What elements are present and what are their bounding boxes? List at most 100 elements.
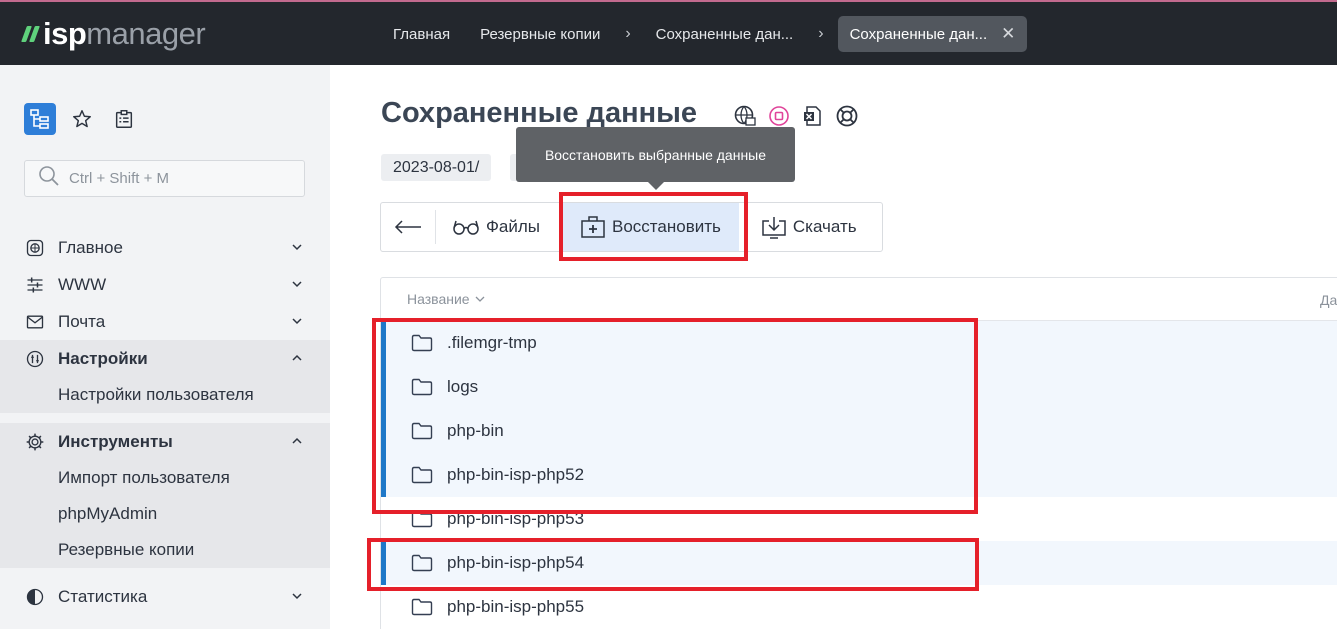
- table-row[interactable]: .filemgr-tmp: [381, 321, 1337, 365]
- table-header: Название Да: [381, 278, 1337, 321]
- folder-icon: [411, 422, 433, 440]
- column-header-date[interactable]: Да: [1320, 292, 1337, 308]
- folder-icon: [411, 510, 433, 528]
- sidebar-group-settings: Настройки Настройки пользователя: [0, 340, 330, 413]
- lifebuoy-help-icon[interactable]: [834, 103, 860, 129]
- download-button-label: Скачать: [792, 217, 857, 236]
- star-icon[interactable]: [66, 103, 98, 135]
- tree-menu-icon[interactable]: [24, 103, 56, 135]
- chevron-down-icon: [292, 318, 302, 325]
- folder-icon: [411, 554, 433, 572]
- first-aid-kit-icon: [580, 215, 606, 239]
- files-button-label: Файлы: [486, 217, 541, 236]
- row-filename: .filemgr-tmp: [447, 333, 537, 352]
- gear-icon: [24, 431, 46, 453]
- folder-icon: [411, 466, 433, 484]
- chevron-down-icon: [292, 244, 302, 251]
- breadcrumb-home[interactable]: Главная: [378, 26, 465, 43]
- sidebar: Ctrl + Shift + M Главное WWW Почта Настр…: [0, 65, 330, 629]
- sidebar-subitem-backups[interactable]: Резервные копии: [0, 532, 330, 568]
- sidebar-item-label: Инструменты: [58, 431, 173, 451]
- sidebar-item-www[interactable]: WWW: [0, 266, 330, 303]
- title-actions: [732, 103, 860, 129]
- restore-button-label: Восстановить: [612, 217, 721, 236]
- sidebar-subitem-phpmyadmin[interactable]: phpMyAdmin: [0, 496, 330, 532]
- back-button[interactable]: [381, 210, 436, 244]
- glasses-icon: [452, 218, 480, 236]
- folder-icon: [411, 378, 433, 396]
- clipboard-list-icon[interactable]: [108, 103, 140, 135]
- stop-circle-icon[interactable]: [766, 103, 792, 129]
- logo-mark-icon: [21, 26, 40, 42]
- settings-tools-icon: [24, 348, 46, 370]
- excel-export-icon[interactable]: [800, 103, 826, 129]
- sidebar-item-tools[interactable]: Инструменты: [0, 423, 330, 460]
- files-table: Название Да .filemgr-tmp logs php-bin php-b…: [380, 277, 1337, 629]
- breadcrumb-saved-data-active[interactable]: Сохраненные дан... ✕: [837, 16, 1028, 52]
- download-button[interactable]: Скачать: [745, 203, 873, 251]
- table-row[interactable]: php-bin-isp-php52: [381, 453, 1337, 497]
- sidebar-menu: Главное WWW Почта Настройки Настройки по…: [0, 229, 330, 615]
- toolbar: Файлы Восстановить Скачать: [380, 202, 883, 252]
- breadcrumb: Главная Резервные копии › Сохраненные да…: [378, 16, 1028, 52]
- ispmanager-logo[interactable]: isp manager: [21, 16, 206, 52]
- sidebar-item-label: WWW: [58, 274, 107, 294]
- sidebar-item-label: Главное: [58, 237, 123, 257]
- row-filename: php-bin-isp-php54: [447, 553, 585, 572]
- row-filename: logs: [447, 377, 479, 396]
- chevron-up-icon: [292, 354, 302, 361]
- path-chip[interactable]: 2023-08-01/: [381, 154, 492, 181]
- download-icon: [761, 215, 787, 239]
- logo-text-isp: isp: [43, 16, 87, 51]
- chevron-down-icon: [292, 281, 302, 288]
- pie-chart-icon: [24, 586, 46, 608]
- logo-text-manager: manager: [86, 16, 206, 51]
- sidebar-item-label: Настройки: [58, 348, 148, 368]
- tooltip-arrow: [647, 181, 665, 190]
- folder-icon: [411, 598, 433, 616]
- table-row[interactable]: php-bin-isp-php54: [381, 541, 1337, 585]
- mail-icon: [24, 311, 46, 333]
- sidebar-item-label: Почта: [58, 311, 106, 331]
- chevron-right-icon: ›: [818, 25, 824, 42]
- chevron-right-icon: ›: [625, 25, 631, 42]
- restore-tooltip: Восстановить выбранные данные: [516, 127, 795, 182]
- breadcrumb-backups[interactable]: Резервные копии: [465, 26, 615, 43]
- chevron-down-icon: [292, 593, 302, 600]
- row-filename: php-bin: [447, 421, 504, 440]
- restore-button[interactable]: Восстановить: [562, 203, 739, 251]
- row-filename: php-bin-isp-php52: [447, 465, 585, 484]
- breadcrumb-active-label: Сохраненные дан...: [849, 25, 988, 43]
- sidebar-item-mail[interactable]: Почта: [0, 303, 330, 340]
- column-header-name[interactable]: Название: [407, 291, 470, 307]
- search-icon: [37, 164, 61, 193]
- sidebar-subitem-user-import[interactable]: Импорт пользователя: [0, 460, 330, 496]
- sidebar-item-main[interactable]: Главное: [0, 229, 330, 266]
- close-icon[interactable]: ✕: [1001, 24, 1015, 44]
- sidebar-search-input[interactable]: Ctrl + Shift + M: [24, 160, 305, 197]
- sidebar-item-label: Статистика: [58, 586, 148, 606]
- folder-icon: [411, 334, 433, 352]
- globe-icon[interactable]: [732, 103, 758, 129]
- row-filename: php-bin-isp-php55: [447, 597, 585, 616]
- table-body: .filemgr-tmp logs php-bin php-bin-isp-php52…: [381, 321, 1337, 629]
- search-placeholder: Ctrl + Shift + M: [69, 170, 170, 187]
- table-row[interactable]: php-bin-isp-php55: [381, 585, 1337, 629]
- chevron-up-icon: [292, 437, 302, 444]
- sidebar-item-settings[interactable]: Настройки: [0, 340, 330, 377]
- globe-settings-icon: [24, 237, 46, 259]
- sidebar-item-statistics[interactable]: Статистика: [0, 578, 330, 615]
- page-title: Сохраненные данные: [381, 97, 697, 129]
- sidebar-group-tools: Инструменты Импорт пользователя phpMyAdm…: [0, 423, 330, 568]
- table-row[interactable]: php-bin-isp-php53: [381, 497, 1337, 541]
- sidebar-subitem-user-settings[interactable]: Настройки пользователя: [0, 377, 330, 413]
- main-content: Сохраненные данные 2023-08-01/ Восстанов…: [330, 65, 1337, 629]
- table-row[interactable]: php-bin: [381, 409, 1337, 453]
- files-button[interactable]: Файлы: [436, 203, 556, 251]
- breadcrumb-saved-data-1[interactable]: Сохраненные дан...: [641, 26, 809, 43]
- table-row[interactable]: logs: [381, 365, 1337, 409]
- row-filename: php-bin-isp-php53: [447, 509, 585, 528]
- sort-chevron-down-icon[interactable]: [474, 293, 486, 305]
- sidebar-view-switcher: [24, 103, 140, 135]
- arrow-left-icon: [394, 220, 421, 234]
